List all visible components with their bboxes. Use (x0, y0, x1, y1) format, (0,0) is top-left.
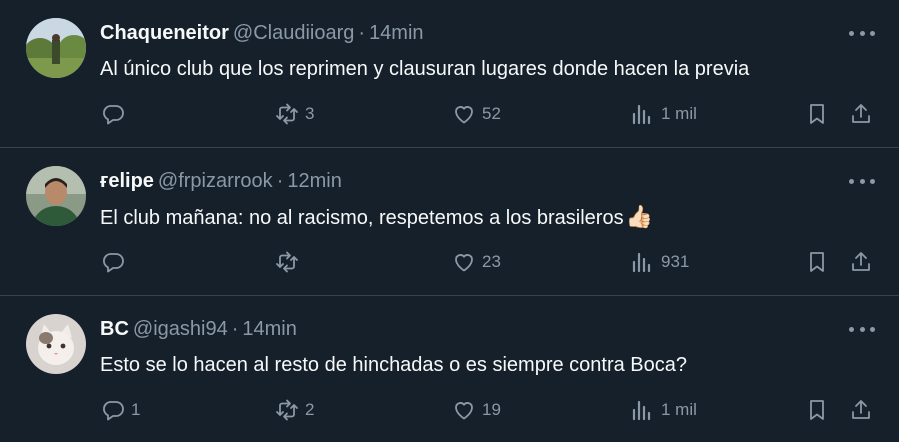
reply-count: 1 (131, 400, 141, 419)
bookmark-button[interactable] (805, 394, 829, 426)
tweet-text-content: El club mañana: no al racismo, respetemo… (100, 207, 624, 229)
avatar[interactable] (26, 166, 86, 226)
timestamp[interactable]: 14min (242, 318, 296, 340)
tweet-actions: 1 2 19 1 mil (0, 394, 899, 426)
retweet-icon (276, 251, 298, 273)
more-options-icon[interactable] (849, 172, 875, 190)
tweet-header: BC @igashi94 · 14min (100, 317, 297, 341)
reply-button[interactable]: 1 (101, 394, 140, 426)
tweet-header: Chaqueneitor @Claudiioarg · 14min (100, 21, 424, 45)
share-button[interactable] (849, 98, 873, 130)
reply-icon (103, 253, 124, 273)
bookmark-button[interactable] (805, 98, 829, 130)
reply-button[interactable] (101, 98, 131, 130)
display-name[interactable]: ғelipe (100, 170, 154, 192)
tweet-text: Al único club que los reprimen y clausur… (100, 56, 749, 82)
views-count: 1 mil (661, 104, 697, 123)
analytics-icon (632, 252, 651, 273)
display-name[interactable]: BC (100, 318, 129, 340)
heart-icon (455, 402, 473, 420)
retweet-icon (276, 103, 298, 125)
bookmark-icon (810, 104, 824, 124)
views-count: 931 (661, 252, 690, 271)
reply-feed: Chaqueneitor @Claudiioarg · 14min Al único … (0, 0, 899, 442)
share-icon (852, 104, 870, 123)
tweet[interactable]: Chaqueneitor @Claudiioarg · 14min Al único … (0, 0, 899, 148)
handle[interactable]: @Claudiioarg (233, 22, 354, 44)
bookmark-button[interactable] (805, 246, 829, 278)
handle[interactable]: @igashi94 (133, 318, 228, 340)
heart-icon (455, 254, 473, 272)
bookmark-icon (810, 252, 824, 272)
share-icon (852, 252, 870, 271)
tweet-text-content: Al único club que los reprimen y clausur… (100, 58, 750, 80)
tweet-header: ғelipe @frpizarrook · 12min (100, 169, 342, 193)
cat-photo-avatar-icon (26, 314, 86, 374)
timestamp[interactable]: 14min (369, 22, 423, 44)
tweet[interactable]: BC @igashi94 · 14min Esto se lo hacen al re… (0, 296, 899, 442)
landscape-photo-avatar-icon (26, 18, 86, 78)
retweet-button[interactable]: 3 (275, 98, 314, 130)
tweet[interactable]: ғelipe @frpizarrook · 12min El club mañana:… (0, 148, 899, 296)
more-options-icon[interactable] (849, 320, 875, 338)
like-count: 52 (482, 104, 501, 123)
separator-dot: · (276, 170, 284, 192)
separator-dot: · (231, 318, 239, 340)
analytics-icon (632, 104, 651, 125)
views-count: 1 mil (661, 400, 697, 419)
views-button[interactable]: 1 mil (630, 394, 697, 426)
like-button[interactable]: 52 (452, 98, 501, 130)
share-icon (852, 400, 870, 419)
person-photo-avatar-icon (26, 166, 86, 226)
retweet-count: 2 (305, 400, 315, 419)
reply-button[interactable] (101, 246, 131, 278)
more-options-icon[interactable] (849, 24, 875, 42)
bookmark-icon (810, 400, 824, 420)
tweet-text: Esto se lo hacen al resto de hinchadas o… (100, 352, 687, 378)
views-button[interactable]: 1 mil (630, 98, 697, 130)
like-button[interactable]: 19 (452, 394, 501, 426)
retweet-icon (276, 399, 298, 421)
reply-icon (103, 105, 124, 125)
avatar[interactable] (26, 314, 86, 374)
display-name[interactable]: Chaqueneitor (100, 22, 229, 44)
separator-dot: · (358, 22, 366, 44)
heart-icon (455, 106, 473, 124)
thumbs-up-emoji: 👍🏻 (625, 204, 653, 229)
like-count: 23 (482, 252, 501, 271)
tweet-text: El club mañana: no al racismo, respetemo… (100, 204, 653, 231)
handle[interactable]: @frpizarrook (158, 170, 273, 192)
reply-icon (103, 401, 124, 421)
share-button[interactable] (849, 246, 873, 278)
tweet-actions: 3 52 1 mil (0, 98, 899, 130)
retweet-button[interactable] (275, 246, 305, 278)
tweet-text-content: Esto se lo hacen al resto de hinchadas o… (100, 354, 688, 376)
share-button[interactable] (849, 394, 873, 426)
retweet-button[interactable]: 2 (275, 394, 314, 426)
analytics-icon (632, 400, 651, 421)
like-count: 19 (482, 400, 501, 419)
views-button[interactable]: 931 (630, 246, 689, 278)
like-button[interactable]: 23 (452, 246, 501, 278)
avatar[interactable] (26, 18, 86, 78)
retweet-count: 3 (305, 104, 315, 123)
timestamp[interactable]: 12min (287, 170, 341, 192)
tweet-actions: 23 931 (0, 246, 899, 278)
